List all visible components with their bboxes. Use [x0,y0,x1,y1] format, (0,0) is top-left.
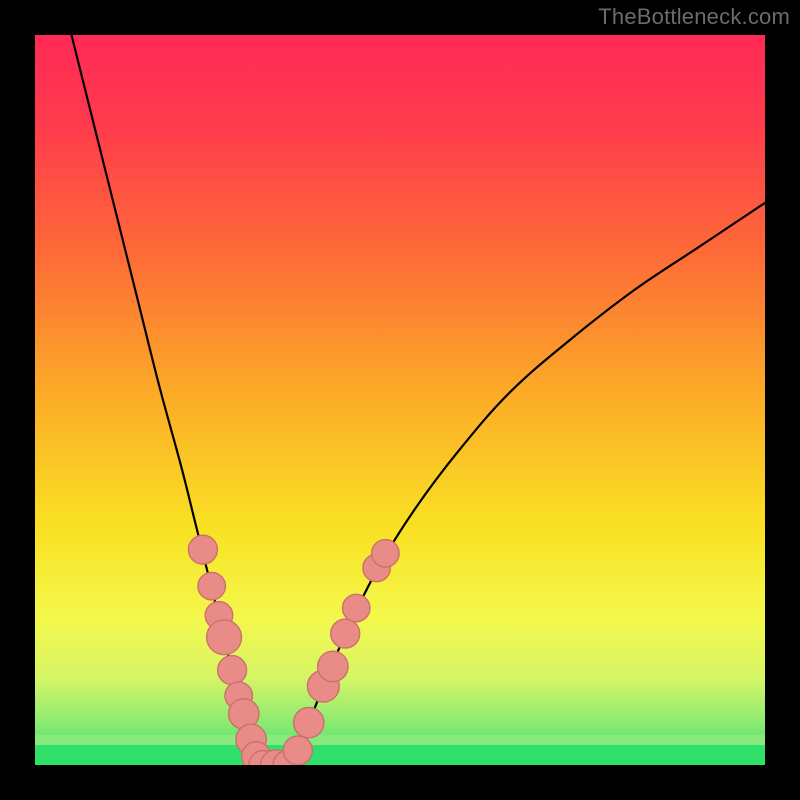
data-point [188,535,217,564]
data-point [318,651,348,681]
data-point [207,620,242,655]
gradient-background [35,35,765,765]
data-point [294,707,324,737]
data-point [198,572,226,600]
green-band-upper [35,735,765,745]
plot-area [35,35,765,765]
data-point [372,540,400,568]
data-point [331,619,360,648]
data-point [218,656,247,685]
green-band-lower [35,745,765,765]
chart-frame: TheBottleneck.com [0,0,800,800]
data-point [342,594,370,622]
watermark-label: TheBottleneck.com [598,4,790,30]
data-point [283,736,312,765]
chart-svg [35,35,765,765]
